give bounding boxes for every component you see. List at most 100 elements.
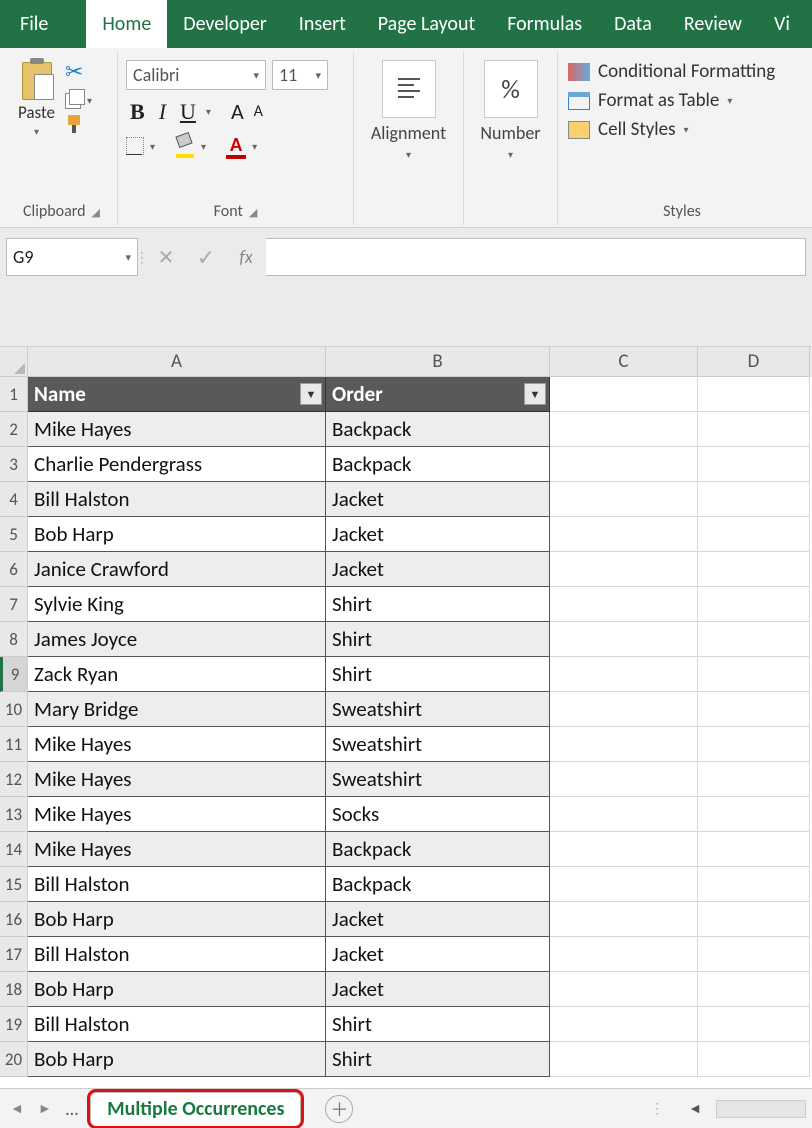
column-header-d[interactable]: D: [698, 347, 810, 377]
hscroll-track[interactable]: [716, 1100, 806, 1118]
row-header[interactable]: 9: [0, 657, 28, 692]
cell[interactable]: [550, 902, 698, 937]
row-header[interactable]: 10: [0, 692, 28, 727]
increase-font-button[interactable]: A: [229, 98, 246, 125]
font-name-combo[interactable]: Calibri▾: [126, 60, 266, 90]
cell[interactable]: Bob Harp: [28, 972, 326, 1007]
cell[interactable]: [550, 482, 698, 517]
cell[interactable]: [698, 622, 810, 657]
cut-button[interactable]: ✂: [65, 58, 92, 85]
cell[interactable]: Sweatshirt: [326, 692, 550, 727]
cell[interactable]: [550, 727, 698, 762]
cell[interactable]: Janice Crawford: [28, 552, 326, 587]
dialog-launcher-icon[interactable]: ◢: [249, 206, 257, 219]
cell[interactable]: Zack Ryan: [28, 657, 326, 692]
caret-down-icon[interactable]: ▾: [406, 148, 411, 161]
row-header[interactable]: 16: [0, 902, 28, 937]
cell[interactable]: [698, 517, 810, 552]
cell[interactable]: Mike Hayes: [28, 832, 326, 867]
cell[interactable]: Bob Harp: [28, 517, 326, 552]
hscroll-left[interactable]: ◄: [680, 1100, 710, 1117]
row-header[interactable]: 13: [0, 797, 28, 832]
column-header-a[interactable]: A: [28, 347, 326, 377]
cell[interactable]: [698, 377, 810, 412]
cell[interactable]: [698, 412, 810, 447]
cell[interactable]: [698, 797, 810, 832]
row-header[interactable]: 7: [0, 587, 28, 622]
cell[interactable]: [550, 867, 698, 902]
sheet-nav-prev[interactable]: ◄: [6, 1100, 28, 1117]
cell[interactable]: Shirt: [326, 1042, 550, 1077]
cell-styles-button[interactable]: Cell Styles ▾: [568, 118, 796, 141]
cell[interactable]: Jacket: [326, 902, 550, 937]
cell[interactable]: Bill Halston: [28, 867, 326, 902]
cell[interactable]: Jacket: [326, 482, 550, 517]
cell[interactable]: [698, 972, 810, 1007]
row-header[interactable]: 4: [0, 482, 28, 517]
bold-button[interactable]: B: [126, 99, 149, 125]
tab-view[interactable]: Vi: [758, 0, 806, 48]
cell[interactable]: Bob Harp: [28, 1042, 326, 1077]
select-all-button[interactable]: [0, 347, 28, 377]
cell[interactable]: Jacket: [326, 937, 550, 972]
cell[interactable]: Sylvie King: [28, 587, 326, 622]
enter-formula-button[interactable]: ✓: [186, 238, 226, 276]
cell[interactable]: [550, 1042, 698, 1077]
cell[interactable]: [698, 902, 810, 937]
format-painter-button[interactable]: [65, 115, 92, 135]
cell[interactable]: [550, 517, 698, 552]
paste-button[interactable]: Paste ▾: [14, 56, 59, 140]
dialog-launcher-icon[interactable]: ◢: [92, 206, 100, 219]
cell[interactable]: [550, 972, 698, 1007]
cell[interactable]: Backpack: [326, 412, 550, 447]
number-gallery-button[interactable]: %: [484, 60, 538, 118]
row-header[interactable]: 20: [0, 1042, 28, 1077]
column-header-c[interactable]: C: [550, 347, 698, 377]
sheet-tab-active[interactable]: Multiple Occurrences: [90, 1092, 301, 1126]
cell[interactable]: [698, 1042, 810, 1077]
tab-formulas[interactable]: Formulas: [491, 0, 598, 48]
row-header[interactable]: 18: [0, 972, 28, 1007]
sheet-bar-options[interactable]: ⋮: [640, 1100, 674, 1117]
tab-page-layout[interactable]: Page Layout: [362, 0, 491, 48]
cell[interactable]: [698, 482, 810, 517]
cell[interactable]: Mike Hayes: [28, 412, 326, 447]
cell[interactable]: Backpack: [326, 867, 550, 902]
format-as-table-button[interactable]: Format as Table ▾: [568, 89, 796, 112]
cancel-formula-button[interactable]: ✕: [146, 238, 186, 276]
cell[interactable]: [550, 587, 698, 622]
table-header-order[interactable]: Order▼: [326, 377, 550, 412]
row-header[interactable]: 5: [0, 517, 28, 552]
cell[interactable]: Mike Hayes: [28, 727, 326, 762]
tab-developer[interactable]: Developer: [167, 0, 283, 48]
italic-button[interactable]: I: [155, 99, 170, 125]
row-header[interactable]: 19: [0, 1007, 28, 1042]
cell[interactable]: Shirt: [326, 622, 550, 657]
underline-button[interactable]: U: [176, 99, 200, 125]
cell[interactable]: Charlie Pendergrass: [28, 447, 326, 482]
row-header[interactable]: 6: [0, 552, 28, 587]
table-header-name[interactable]: Name▼: [28, 377, 326, 412]
cell[interactable]: Mary Bridge: [28, 692, 326, 727]
cell[interactable]: [698, 552, 810, 587]
cell[interactable]: [698, 1007, 810, 1042]
cell[interactable]: [698, 762, 810, 797]
row-header[interactable]: 2: [0, 412, 28, 447]
cell[interactable]: [698, 937, 810, 972]
fill-color-button[interactable]: [175, 134, 195, 158]
cell[interactable]: Bob Harp: [28, 902, 326, 937]
tab-home[interactable]: Home: [86, 0, 167, 48]
cell[interactable]: Backpack: [326, 832, 550, 867]
cell[interactable]: Sweatshirt: [326, 727, 550, 762]
row-header[interactable]: 11: [0, 727, 28, 762]
cell[interactable]: [550, 377, 698, 412]
cell[interactable]: [698, 587, 810, 622]
cell[interactable]: Backpack: [326, 447, 550, 482]
row-header[interactable]: 12: [0, 762, 28, 797]
cell[interactable]: [550, 657, 698, 692]
font-size-combo[interactable]: 11▾: [272, 60, 328, 90]
cell[interactable]: Jacket: [326, 552, 550, 587]
cell[interactable]: Shirt: [326, 587, 550, 622]
alignment-gallery-button[interactable]: [382, 60, 436, 118]
cell[interactable]: Shirt: [326, 657, 550, 692]
